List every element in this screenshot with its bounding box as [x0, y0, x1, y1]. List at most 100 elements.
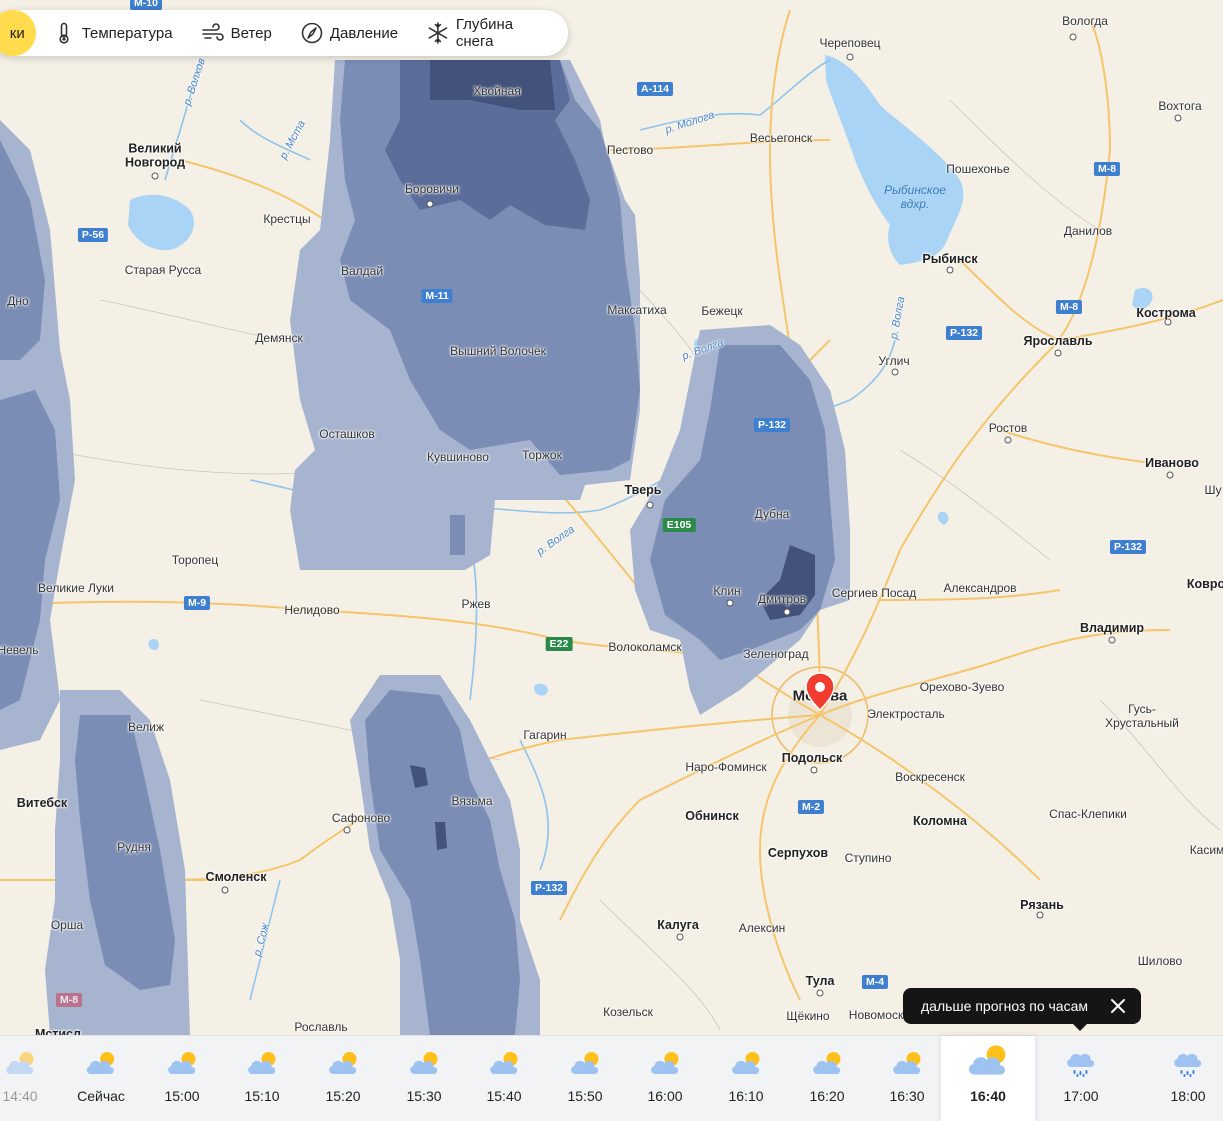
- timeline-time: Сейчас: [77, 1088, 125, 1104]
- weather-map[interactable]: Вологда Череповец Вохтога Хвойная Пестов…: [0, 0, 1223, 1035]
- timeline-time: 15:10: [244, 1088, 280, 1104]
- city-label: Орша: [50, 918, 84, 933]
- city-label: Витебск: [16, 795, 68, 810]
- hourly-forecast-tooltip: дальше прогноз по часам: [903, 988, 1141, 1031]
- timeline-slot[interactable]: Сейчас: [77, 1036, 125, 1121]
- road-shield: М-10: [130, 0, 162, 10]
- location-pin-icon[interactable]: [805, 672, 835, 712]
- city-label: Александров: [943, 581, 1017, 596]
- city-label: Ступино: [844, 851, 892, 866]
- city-label: Сергиев Посад: [831, 586, 917, 601]
- timeline-time: 16:30: [889, 1088, 925, 1104]
- road-shield: Р-132: [753, 418, 791, 432]
- city-label: Великие Луки: [38, 581, 114, 596]
- city-label: Шилово: [1137, 954, 1183, 969]
- city-label: Рославль: [294, 1020, 348, 1035]
- road-shield: М-8: [55, 993, 83, 1007]
- timeline-time: 15:50: [567, 1088, 603, 1104]
- city-label: Смоленск: [205, 869, 267, 884]
- city-label: Дмитров: [757, 592, 807, 607]
- timeline-slot[interactable]: 15:50: [567, 1036, 603, 1121]
- city-label: Шу: [1204, 483, 1222, 498]
- city-label: Ржев: [461, 597, 491, 612]
- partly-cloudy-icon: [3, 1048, 37, 1078]
- city-label: Кувшиново: [427, 450, 489, 465]
- toolbar-active-item[interactable]: ки: [0, 10, 36, 56]
- city-label: Тверь: [624, 482, 662, 497]
- city-label: Данилов: [1063, 224, 1113, 239]
- city-label: Вологда: [1062, 14, 1108, 29]
- city-label: Дно: [7, 294, 29, 309]
- toolbar-temperature[interactable]: Температура: [38, 21, 187, 45]
- timeline-slot[interactable]: 15:40: [486, 1036, 522, 1121]
- city-label: Тула: [805, 973, 835, 988]
- city-label: Пошехонье: [946, 162, 1010, 177]
- timeline-time: 16:10: [728, 1088, 764, 1104]
- timeline-slot[interactable]: 16:30: [889, 1036, 925, 1121]
- road-shield: М-9: [183, 596, 211, 610]
- partly-cloudy-icon: [965, 1040, 1011, 1080]
- timeline-slot[interactable]: 15:20: [325, 1036, 361, 1121]
- city-label: Невель: [0, 643, 39, 658]
- city-label: Весьегонск: [749, 131, 813, 146]
- road-shield: Е105: [662, 518, 696, 532]
- city-label: Демянск: [255, 331, 303, 346]
- water-label: Рыбинское вдхр.: [884, 183, 946, 211]
- timeline-slot[interactable]: 16:40: [941, 1036, 1035, 1121]
- partly-cloudy-icon: [810, 1048, 844, 1078]
- road-shield: Р-132: [1109, 540, 1147, 554]
- thermometer-icon: [59, 22, 69, 44]
- timeline-time: 17:00: [1063, 1088, 1099, 1104]
- road-shield: М-8: [1093, 162, 1121, 176]
- city-label: Ярославль: [1023, 333, 1093, 348]
- city-label: Великий Новгород: [124, 141, 186, 170]
- toolbar-pressure[interactable]: Давление: [286, 21, 412, 45]
- road-shield: М-2: [797, 800, 825, 814]
- road-shield: А-114: [636, 82, 674, 96]
- wind-icon: [201, 23, 224, 41]
- timeline-time: 18:00: [1170, 1088, 1206, 1104]
- partly-cloudy-icon: [890, 1048, 924, 1078]
- city-label: Кострома: [1136, 305, 1196, 320]
- timeline-slot[interactable]: 16:10: [728, 1036, 764, 1121]
- road-shield: М-11: [421, 289, 453, 303]
- city-label: Новомоск: [848, 1008, 904, 1023]
- timeline-time: 16:00: [647, 1088, 683, 1104]
- toolbar-snow-depth[interactable]: Глубина снега: [412, 16, 568, 50]
- city-label: Воскресенск: [895, 770, 965, 785]
- city-label: Вышний Волочёк: [450, 344, 546, 359]
- city-label: Гусь-Хрустальный: [1105, 702, 1179, 730]
- timeline-slot[interactable]: 17:00: [1063, 1036, 1099, 1121]
- close-icon[interactable]: [1109, 997, 1127, 1015]
- timeline-slot[interactable]: 15:00: [164, 1036, 200, 1121]
- partly-cloudy-icon: [245, 1048, 279, 1078]
- road-shield: М-8: [1055, 300, 1083, 314]
- timeline-slot[interactable]: 16:20: [809, 1036, 845, 1121]
- timeline-slot[interactable]: 16:00: [647, 1036, 683, 1121]
- city-label: Иваново: [1145, 455, 1199, 470]
- rain-cloud-icon: [1064, 1048, 1098, 1078]
- city-label: Спас-Клепики: [1049, 807, 1127, 822]
- timeline-time: 15:30: [406, 1088, 442, 1104]
- city-label: Крестцы: [263, 212, 311, 227]
- toolbar-wind[interactable]: Ветер: [187, 21, 286, 45]
- city-label: Боровичи: [405, 182, 459, 197]
- city-label: Рыбинск: [922, 251, 978, 266]
- timeline-slot[interactable]: 15:10: [244, 1036, 280, 1121]
- timeline-time: 14:40: [2, 1088, 38, 1104]
- city-label: Владимир: [1079, 620, 1145, 635]
- partly-cloudy-icon: [729, 1048, 763, 1078]
- city-label: Рязань: [1020, 897, 1064, 912]
- city-label: Подольск: [781, 750, 843, 765]
- city-label: Нелидово: [284, 603, 340, 618]
- timeline-slot[interactable]: 15:30: [406, 1036, 442, 1121]
- city-label: Сафоново: [331, 811, 391, 826]
- timeline-time: 15:20: [325, 1088, 361, 1104]
- city-label: Велиж: [127, 720, 165, 735]
- city-label: Коломна: [913, 813, 967, 828]
- city-label: Хвойная: [473, 84, 521, 99]
- city-label: Пестово: [606, 143, 654, 158]
- timeline-slot[interactable]: 14:40: [2, 1036, 38, 1121]
- city-label: Ковро: [1186, 576, 1223, 591]
- timeline-slot[interactable]: 18:00: [1170, 1036, 1206, 1121]
